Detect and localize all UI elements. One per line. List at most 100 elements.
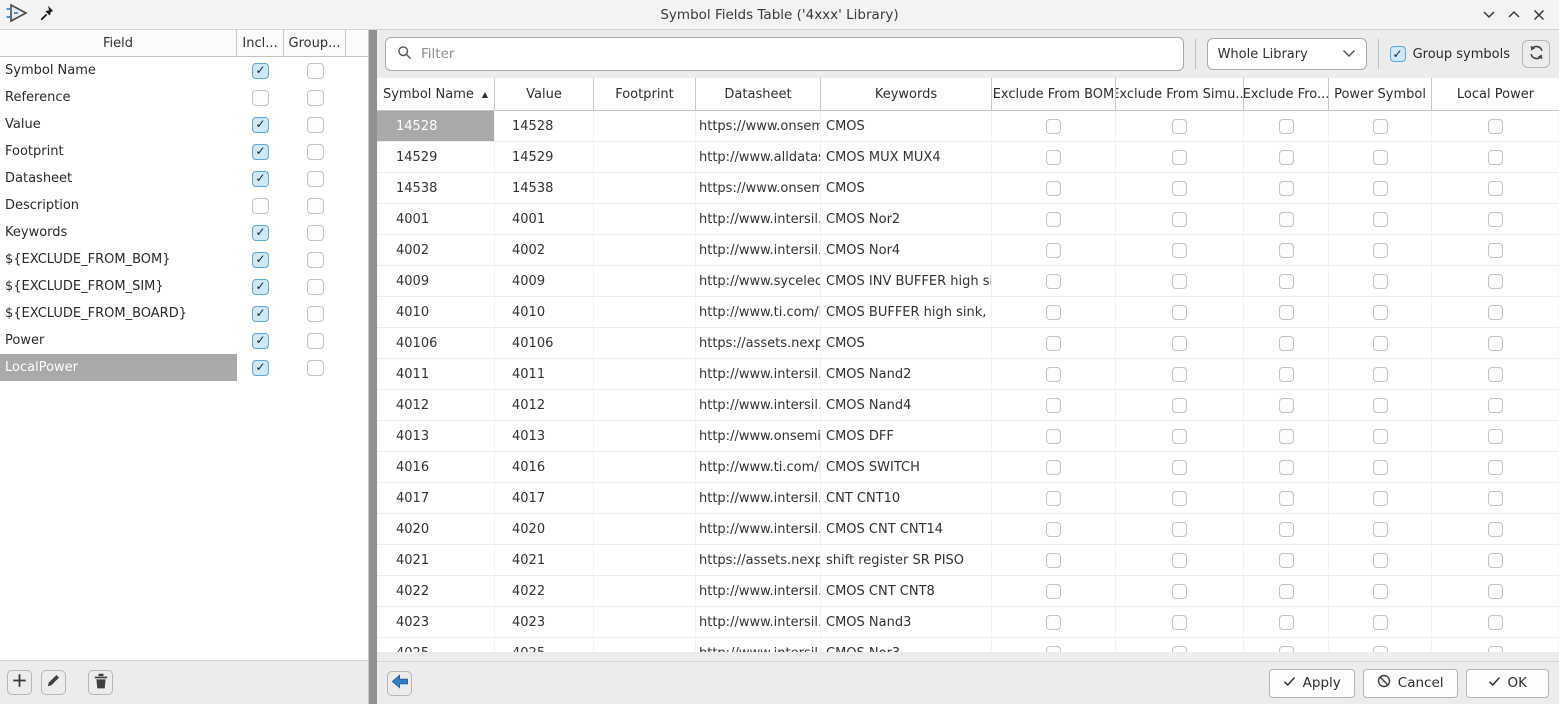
symbol-name-cell[interactable]: 4009 (377, 266, 495, 296)
symbol-name-cell[interactable]: 4021 (377, 545, 495, 575)
flag-checkbox[interactable] (1172, 305, 1187, 320)
field-column-header[interactable]: Field (0, 30, 237, 56)
flag-checkbox[interactable] (1046, 336, 1061, 351)
column-header[interactable]: Exclude From Simu... (1116, 78, 1244, 110)
footprint-cell[interactable] (594, 452, 696, 482)
symbol-name-cell[interactable]: 4016 (377, 452, 495, 482)
group-checkbox[interactable] (307, 90, 324, 106)
include-checkbox[interactable] (252, 144, 269, 160)
symbol-name-cell[interactable]: 4020 (377, 514, 495, 544)
group-checkbox[interactable] (307, 333, 324, 349)
include-checkbox[interactable] (252, 171, 269, 187)
flag-checkbox[interactable] (1279, 584, 1294, 599)
keywords-cell[interactable]: CMOS BUFFER high sink, VC (821, 297, 992, 327)
keywords-cell[interactable]: CMOS Nand3 (821, 607, 992, 637)
datasheet-cell[interactable]: http://www.ti.com/li (696, 297, 821, 327)
flag-checkbox[interactable] (1488, 460, 1503, 475)
flag-checkbox[interactable] (1172, 460, 1187, 475)
keywords-cell[interactable]: CMOS Nor2 (821, 204, 992, 234)
datasheet-cell[interactable]: http://www.intersil. (696, 235, 821, 265)
include-checkbox[interactable] (252, 279, 269, 295)
flag-checkbox[interactable] (1373, 119, 1388, 134)
flag-checkbox[interactable] (1488, 429, 1503, 444)
filter-input[interactable] (421, 46, 1172, 62)
flag-checkbox[interactable] (1279, 398, 1294, 413)
flag-checkbox[interactable] (1488, 491, 1503, 506)
group-checkbox[interactable] (307, 306, 324, 322)
flag-checkbox[interactable] (1373, 491, 1388, 506)
flag-checkbox[interactable] (1279, 491, 1294, 506)
datasheet-cell[interactable]: http://www.intersil. (696, 483, 821, 513)
flag-checkbox[interactable] (1373, 336, 1388, 351)
keywords-cell[interactable]: shift register SR PISO (821, 545, 992, 575)
footprint-cell[interactable] (594, 328, 696, 358)
column-header[interactable]: Local Power (1432, 78, 1559, 110)
footprint-cell[interactable] (594, 297, 696, 327)
close-button[interactable] (1531, 7, 1547, 23)
add-field-button[interactable] (7, 670, 32, 695)
flag-checkbox[interactable] (1373, 522, 1388, 537)
include-checkbox[interactable] (252, 333, 269, 349)
flag-checkbox[interactable] (1172, 212, 1187, 227)
flag-checkbox[interactable] (1373, 150, 1388, 165)
field-name[interactable]: ${EXCLUDE_FROM_BOARD} (0, 300, 237, 327)
datasheet-cell[interactable]: https://assets.nexpe (696, 545, 821, 575)
symbol-name-cell[interactable]: 4002 (377, 235, 495, 265)
footprint-cell[interactable] (594, 111, 696, 141)
flag-checkbox[interactable] (1172, 274, 1187, 289)
flag-checkbox[interactable] (1279, 336, 1294, 351)
column-header[interactable]: Exclude Fro... (1244, 78, 1329, 110)
flag-checkbox[interactable] (1488, 212, 1503, 227)
flag-checkbox[interactable] (1373, 243, 1388, 258)
flag-checkbox[interactable] (1279, 212, 1294, 227)
flag-checkbox[interactable] (1488, 615, 1503, 630)
flag-checkbox[interactable] (1488, 305, 1503, 320)
field-name[interactable]: Value (0, 111, 237, 138)
datasheet-cell[interactable]: https://www.onsem (696, 111, 821, 141)
flag-checkbox[interactable] (1279, 119, 1294, 134)
flag-checkbox[interactable] (1046, 491, 1061, 506)
symbol-name-cell[interactable]: 4025 (377, 638, 495, 652)
value-cell[interactable]: 4016 (495, 452, 594, 482)
flag-checkbox[interactable] (1172, 119, 1187, 134)
flag-checkbox[interactable] (1279, 429, 1294, 444)
value-cell[interactable]: 4017 (495, 483, 594, 513)
flag-checkbox[interactable] (1279, 367, 1294, 382)
cancel-button[interactable]: Cancel (1363, 669, 1458, 698)
group-checkbox[interactable] (307, 171, 324, 187)
apply-button[interactable]: Apply (1269, 669, 1355, 698)
flag-checkbox[interactable] (1488, 181, 1503, 196)
datasheet-cell[interactable]: http://www.intersil. (696, 607, 821, 637)
keywords-cell[interactable]: CMOS Nand4 (821, 390, 992, 420)
scope-back-button[interactable] (387, 671, 412, 696)
footprint-cell[interactable] (594, 638, 696, 652)
value-cell[interactable]: 4010 (495, 297, 594, 327)
footprint-cell[interactable] (594, 266, 696, 296)
flag-checkbox[interactable] (1172, 584, 1187, 599)
keywords-cell[interactable]: CMOS Nor3 (821, 638, 992, 652)
edit-field-button[interactable] (41, 670, 66, 695)
footprint-cell[interactable] (594, 359, 696, 389)
footprint-cell[interactable] (594, 235, 696, 265)
value-cell[interactable]: 4022 (495, 576, 594, 606)
value-cell[interactable]: 4011 (495, 359, 594, 389)
keywords-cell[interactable]: CMOS DFF (821, 421, 992, 451)
keywords-cell[interactable]: CMOS CNT CNT8 (821, 576, 992, 606)
include-checkbox[interactable] (252, 63, 269, 79)
symbol-name-cell[interactable]: 4001 (377, 204, 495, 234)
field-name[interactable]: Reference (0, 84, 237, 111)
keywords-cell[interactable]: CMOS Nor4 (821, 235, 992, 265)
flag-checkbox[interactable] (1172, 398, 1187, 413)
flag-checkbox[interactable] (1488, 243, 1503, 258)
flag-checkbox[interactable] (1373, 398, 1388, 413)
flag-checkbox[interactable] (1046, 119, 1061, 134)
flag-checkbox[interactable] (1172, 243, 1187, 258)
flag-checkbox[interactable] (1172, 615, 1187, 630)
flag-checkbox[interactable] (1279, 150, 1294, 165)
value-cell[interactable]: 4013 (495, 421, 594, 451)
value-cell[interactable]: 4021 (495, 545, 594, 575)
flag-checkbox[interactable] (1046, 584, 1061, 599)
value-cell[interactable]: 4020 (495, 514, 594, 544)
group-checkbox[interactable] (307, 279, 324, 295)
include-checkbox[interactable] (252, 225, 269, 241)
